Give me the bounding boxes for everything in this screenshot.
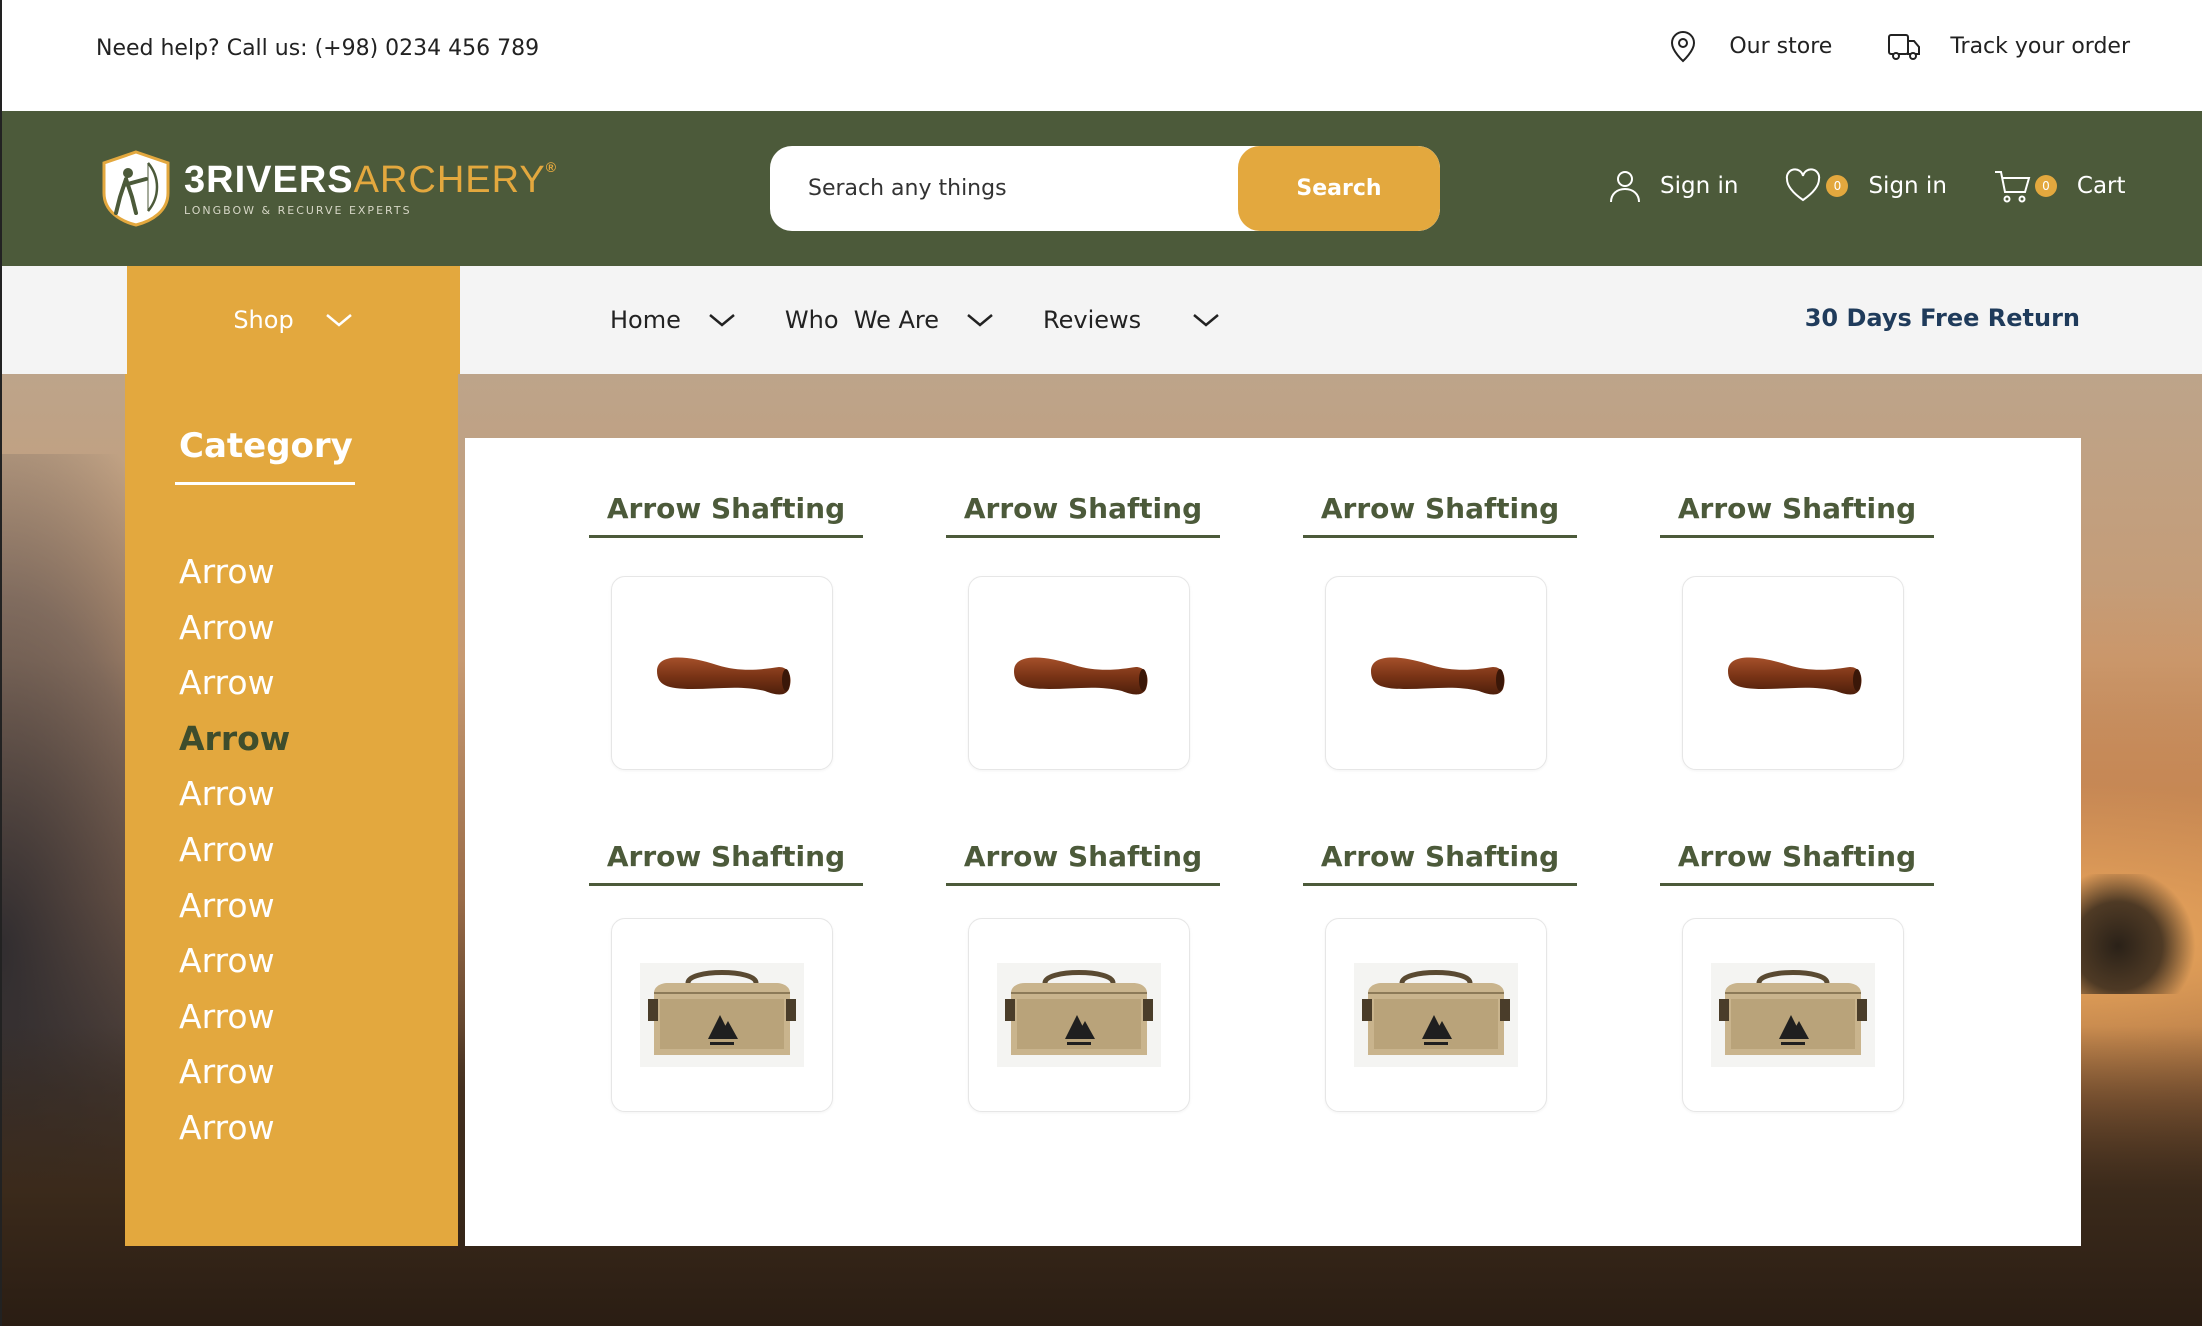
product-card[interactable]: Arrow Shafting (1660, 838, 1934, 1186)
nav-item-who-we-are[interactable]: Who We Are (785, 306, 995, 334)
category-item[interactable]: Arrow (179, 1044, 290, 1100)
product-thumbnail[interactable] (1325, 918, 1547, 1112)
archer-shield-logo-icon (102, 150, 170, 227)
shop-label: Shop (233, 306, 294, 334)
product-card[interactable]: Arrow Shafting (946, 838, 1220, 1186)
product-thumbnail[interactable] (968, 918, 1190, 1112)
wishlist-label: Sign in (1868, 173, 1947, 199)
category-item[interactable]: Arrow (179, 655, 290, 711)
product-grid: Arrow Shafting Arrow Shafting Arrow Shaf… (589, 490, 1934, 1186)
nav-item-home-label: Home (610, 306, 681, 334)
gear-bag-icon (640, 963, 804, 1067)
product-card[interactable]: Arrow Shafting (946, 490, 1220, 838)
search-button[interactable]: Search (1238, 146, 1440, 231)
track-order-label: Track your order (1950, 33, 2130, 59)
category-sidebar: Category Arrow Arrow Arrow Arrow Arrow A… (125, 374, 458, 1246)
main-header: 3RIVERSARCHERY® LONGBOW & RECURVE EXPERT… (0, 111, 2202, 266)
category-title-underline (175, 482, 355, 485)
logo-wordmark-main: 3RIVERS (184, 159, 354, 201)
gear-bag-icon (1354, 963, 1518, 1067)
track-order-link[interactable]: Track your order (1886, 28, 2130, 64)
product-thumbnail[interactable] (968, 576, 1190, 770)
category-item-active[interactable]: Arrow (179, 711, 290, 767)
gear-bag-icon (1711, 963, 1875, 1067)
chevron-down-icon (325, 314, 352, 327)
free-return-promo: 30 Days Free Return (1804, 304, 2080, 332)
category-item[interactable]: Arrow (179, 989, 290, 1045)
category-item[interactable]: Arrow (179, 1100, 290, 1156)
product-title[interactable]: Arrow Shafting (1660, 838, 1934, 886)
product-title[interactable]: Arrow Shafting (946, 490, 1220, 538)
wooden-grip-icon (657, 657, 791, 695)
mega-menu-panel: Arrow Shafting Arrow Shafting Arrow Shaf… (465, 438, 2081, 1246)
tree-line (2062, 874, 2202, 994)
logo-wordmark-accent: ARCHERY (353, 159, 546, 201)
logo-wordmark: 3RIVERSARCHERY® (184, 159, 557, 202)
chevron-down-icon (1193, 314, 1219, 327)
top-bar: Need help? Call us: (+98) 0234 456 789 O… (0, 0, 2202, 111)
category-item[interactable]: Arrow (179, 878, 290, 934)
cart-link[interactable]: 0 Cart (1993, 167, 2126, 205)
nav-item-who-we-are-label: Who We Are (784, 306, 939, 334)
product-thumbnail[interactable] (611, 576, 833, 770)
main-nav: Shop Home Who We Are Reviews 30 Days Fre… (0, 266, 2202, 374)
product-title[interactable]: Arrow Shafting (946, 838, 1220, 886)
sign-in-label: Sign in (1660, 173, 1739, 199)
heart-icon (1786, 168, 1821, 202)
wooden-grip-icon (1014, 657, 1148, 695)
delivery-truck-icon (1888, 34, 1921, 60)
category-item[interactable]: Arrow (179, 544, 290, 600)
nav-item-reviews[interactable]: Reviews (1043, 306, 1221, 334)
top-links: Our store Track your order (1665, 28, 2130, 64)
chevron-down-icon (709, 314, 735, 327)
chevron-down-icon (967, 314, 993, 327)
help-phone-text: Need help? Call us: (+98) 0234 456 789 (96, 36, 540, 61)
category-item[interactable]: Arrow (179, 766, 290, 822)
product-card[interactable]: Arrow Shafting (589, 838, 863, 1186)
category-list: Arrow Arrow Arrow Arrow Arrow Arrow Arro… (179, 544, 290, 1156)
our-store-label: Our store (1729, 33, 1833, 59)
logo-tagline: LONGBOW & RECURVE EXPERTS (184, 204, 412, 217)
product-title[interactable]: Arrow Shafting (589, 838, 863, 886)
category-item[interactable]: Arrow (179, 822, 290, 878)
search-input[interactable] (770, 146, 1240, 231)
site-logo[interactable]: 3RIVERSARCHERY® LONGBOW & RECURVE EXPERT… (98, 149, 557, 227)
product-thumbnail[interactable] (1682, 576, 1904, 770)
nav-item-reviews-label: Reviews (1043, 306, 1142, 334)
product-card[interactable]: Arrow Shafting (1303, 838, 1577, 1186)
product-title[interactable]: Arrow Shafting (589, 490, 863, 538)
shopping-cart-icon (1994, 171, 2031, 203)
category-title: Category (179, 426, 353, 466)
category-item[interactable]: Arrow (179, 600, 290, 656)
product-card[interactable]: Arrow Shafting (589, 490, 863, 838)
wishlist-count-badge: 0 (1826, 175, 1849, 197)
cart-label: Cart (2076, 173, 2126, 199)
gear-bag-icon (997, 963, 1161, 1067)
our-store-link[interactable]: Our store (1665, 28, 1832, 64)
product-thumbnail[interactable] (1325, 576, 1547, 770)
wishlist-link[interactable]: 0 Sign in (1784, 167, 1947, 205)
product-title[interactable]: Arrow Shafting (1303, 490, 1577, 538)
wooden-grip-icon (1728, 657, 1862, 695)
sign-in-link[interactable]: Sign in (1606, 167, 1738, 205)
user-icon (1610, 171, 1640, 203)
nav-items: Home Who We Are Reviews (610, 266, 1269, 374)
search-bar: Search (770, 146, 1440, 231)
location-pin-icon (1671, 31, 1696, 63)
product-title[interactable]: Arrow Shafting (1660, 490, 1934, 538)
header-actions: Sign in 0 Sign in 0 Cart (1606, 167, 2126, 205)
product-card[interactable]: Arrow Shafting (1660, 490, 1934, 838)
cart-count-badge: 0 (2034, 175, 2057, 197)
product-thumbnail[interactable] (611, 918, 833, 1112)
category-item[interactable]: Arrow (179, 933, 290, 989)
nav-item-home[interactable]: Home (610, 306, 737, 334)
logo-trademark: ® (545, 159, 558, 175)
wooden-grip-icon (1371, 657, 1505, 695)
product-card[interactable]: Arrow Shafting (1303, 490, 1577, 838)
shop-menu-button[interactable]: Shop (127, 266, 460, 374)
product-thumbnail[interactable] (1682, 918, 1904, 1112)
product-title[interactable]: Arrow Shafting (1303, 838, 1577, 886)
